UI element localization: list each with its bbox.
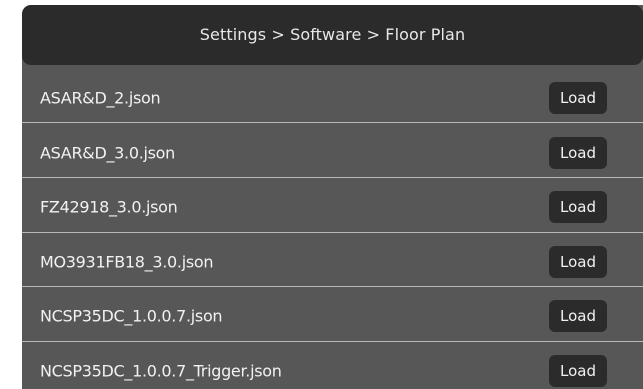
file-row: ASAR&D_2.json Load bbox=[22, 71, 643, 125]
breadcrumb: Settings > Software > Floor Plan bbox=[199, 25, 466, 44]
load-button[interactable]: Load bbox=[549, 246, 607, 278]
row-divider bbox=[22, 232, 643, 233]
file-name: FZ42918_3.0.json bbox=[40, 197, 178, 217]
file-name: NCSP35DC_1.0.0.7_Trigger.json bbox=[40, 361, 282, 381]
row-divider bbox=[22, 122, 643, 123]
file-row: NCSP35DC_1.0.0.7.json Load bbox=[22, 289, 643, 343]
file-row: FZ42918_3.0.json Load bbox=[22, 180, 643, 234]
row-divider bbox=[22, 177, 643, 178]
floor-plan-panel: Settings > Software > Floor Plan ASAR&D_… bbox=[22, 5, 643, 389]
row-divider bbox=[22, 341, 643, 342]
load-button[interactable]: Load bbox=[549, 191, 607, 223]
load-button[interactable]: Load bbox=[549, 300, 607, 332]
header-bar: Settings > Software > Floor Plan bbox=[22, 5, 643, 65]
load-button[interactable]: Load bbox=[549, 82, 607, 114]
file-name: ASAR&D_2.json bbox=[40, 88, 161, 108]
load-button[interactable]: Load bbox=[549, 137, 607, 169]
file-row: NCSP35DC_1.0.0.7_Trigger.json Load bbox=[22, 344, 643, 389]
file-name: ASAR&D_3.0.json bbox=[40, 143, 176, 163]
file-name: MO3931FB18_3.0.json bbox=[40, 252, 214, 272]
file-row: MO3931FB18_3.0.json Load bbox=[22, 235, 643, 289]
load-button[interactable]: Load bbox=[549, 355, 607, 387]
row-divider bbox=[22, 286, 643, 287]
file-row: ASAR&D_3.0.json Load bbox=[22, 126, 643, 180]
file-name: NCSP35DC_1.0.0.7.json bbox=[40, 306, 223, 326]
